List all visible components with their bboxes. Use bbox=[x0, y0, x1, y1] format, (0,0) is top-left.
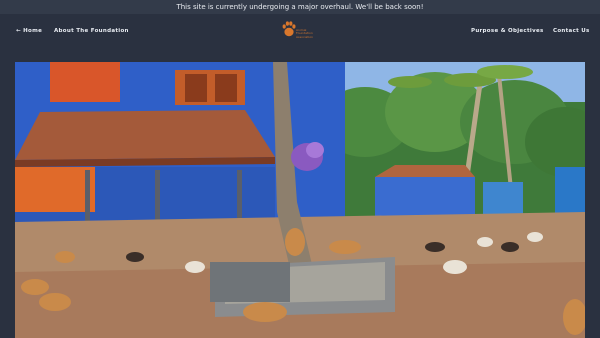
maintenance-notice-bar: This site is currently undergoing a majo… bbox=[0, 0, 600, 14]
site-logo[interactable]: Animal Foundation Association bbox=[282, 19, 322, 43]
site-header: ← Home About The Foundation Animal Found… bbox=[0, 14, 600, 48]
maintenance-notice-text: This site is currently undergoing a majo… bbox=[176, 3, 424, 11]
paw-logo-icon bbox=[282, 21, 296, 37]
hero-photo-illustration bbox=[15, 62, 585, 338]
logo-wordmark: Animal Foundation Association bbox=[296, 28, 322, 39]
nav-contact-link[interactable]: Contact Us bbox=[553, 14, 590, 48]
hero-image bbox=[15, 62, 585, 338]
nav-about-link[interactable]: About The Foundation bbox=[54, 14, 129, 48]
nav-purpose-link[interactable]: Purpose & Objectives bbox=[471, 14, 544, 48]
logo-line-3: Association bbox=[296, 34, 314, 39]
nav-home-link[interactable]: ← Home bbox=[16, 14, 42, 48]
